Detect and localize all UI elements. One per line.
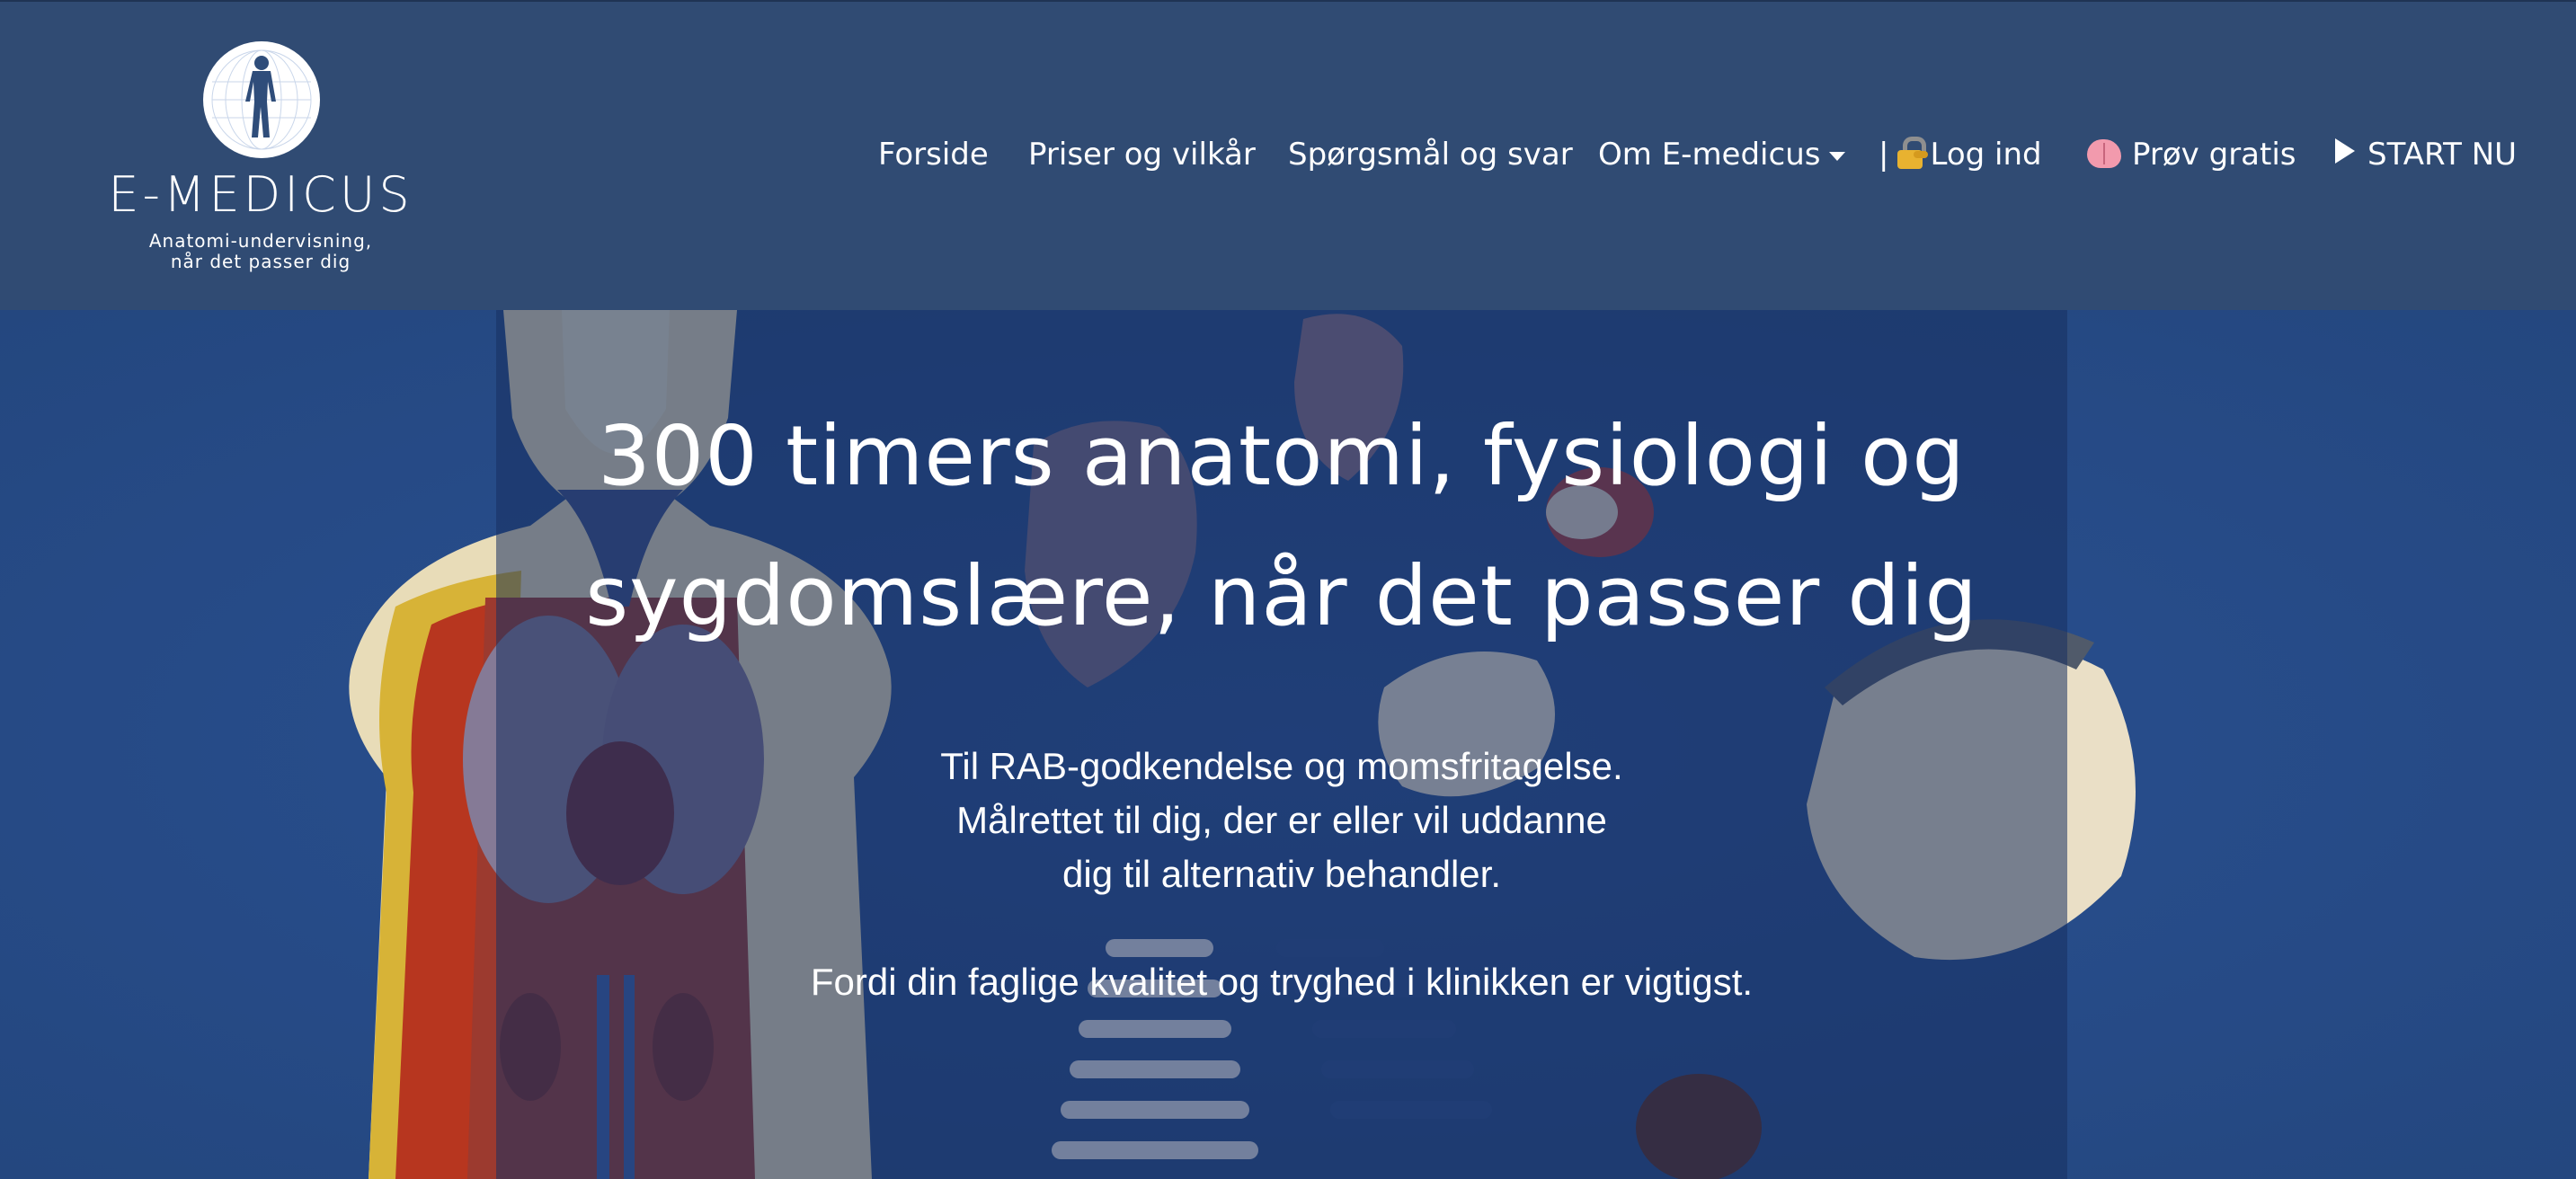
nav-item-prov-gratis[interactable]: Prøv gratis	[2087, 132, 2296, 177]
lock-icon	[1897, 137, 1929, 169]
brand-name: E-MEDICUS	[108, 166, 413, 223]
human-figure-icon	[203, 41, 320, 158]
nav-item-label: Log ind	[1930, 137, 2042, 173]
hero-text-line2: Målrettet til dig, der er eller vil udda…	[956, 799, 1607, 841]
hero-text-line1: Til RAB-godkendelse og momsfritagelse.	[940, 745, 1623, 787]
nav-item-om-e-medicus[interactable]: Om E-medicus	[1598, 132, 1846, 177]
nav-item-priser[interactable]: Priser og vilkår	[1028, 132, 1256, 177]
hero-title: 300 timers anatomi, fysiologi og sygdoms…	[496, 386, 2067, 667]
nav-item-log-ind[interactable]: | Log ind	[1879, 132, 2042, 177]
nav-item-start-nu[interactable]: START NU	[2335, 132, 2517, 177]
nav-item-faq[interactable]: Spørgsmål og svar	[1288, 132, 1573, 177]
hero-section: 300 timers anatomi, fysiologi og sygdoms…	[0, 310, 2576, 1179]
brand-tagline-line1: Anatomi-undervisning,	[148, 230, 373, 252]
hero-description: Til RAB-godkendelse og momsfritagelse. M…	[496, 740, 2067, 1009]
nav-item-label: Prøv gratis	[2132, 137, 2296, 173]
site-header: E-MEDICUS Anatomi-undervisning, når det …	[0, 0, 2576, 312]
site-logo[interactable]: E-MEDICUS Anatomi-undervisning, når det …	[99, 38, 422, 280]
nav-divider: |	[1879, 137, 1889, 173]
nav-item-forside[interactable]: Forside	[878, 132, 989, 177]
play-icon	[2335, 138, 2355, 164]
brand-tagline: Anatomi-undervisning, når det passer dig	[99, 231, 422, 272]
chevron-down-icon	[1829, 151, 1846, 161]
hero-text-line3: dig til alternativ behandler.	[1062, 853, 1501, 895]
nav-item-label: Om E-medicus	[1598, 137, 1821, 173]
nav-item-label: Spørgsmål og svar	[1288, 137, 1573, 173]
nav-item-label: Priser og vilkår	[1028, 137, 1256, 173]
hero-title-line2: sygdomslære, når det passer dig	[585, 548, 1978, 644]
brand-tagline-line2: når det passer dig	[170, 251, 351, 272]
nav-item-label: START NU	[2367, 137, 2518, 173]
hero-title-line1: 300 timers anatomi, fysiologi og	[598, 408, 1966, 504]
brain-icon	[2087, 139, 2121, 168]
nav-item-label: Forside	[878, 137, 989, 173]
hero-text-line4: Fordi din faglige kvalitet og tryghed i …	[810, 961, 1754, 1003]
